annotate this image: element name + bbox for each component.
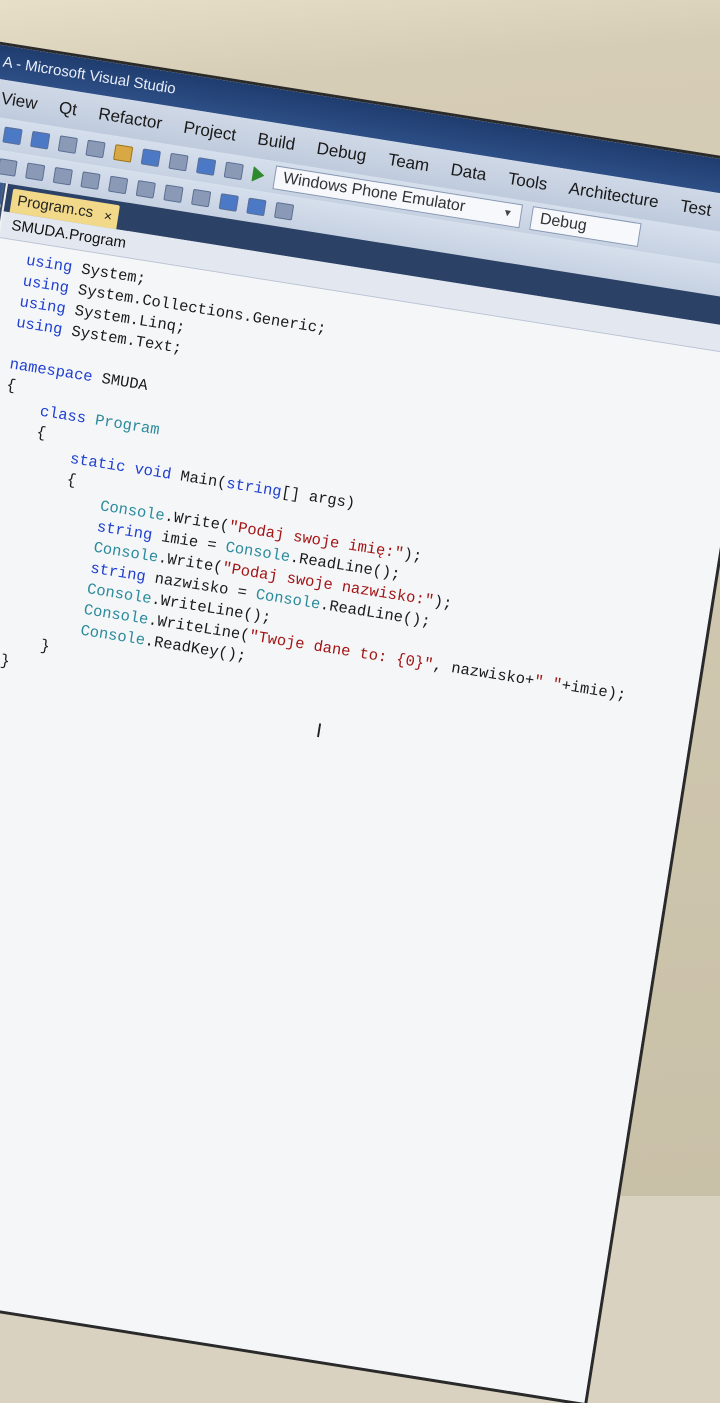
- menu-item-data[interactable]: Data: [449, 160, 487, 185]
- code-token: );: [402, 545, 424, 566]
- bookmark-icon[interactable]: [135, 180, 156, 199]
- menu-item-refactor[interactable]: Refactor: [97, 104, 163, 134]
- code-text[interactable]: using System; using System.Collections.Ge…: [0, 251, 680, 790]
- close-icon[interactable]: ×: [102, 203, 114, 228]
- menu-item-team[interactable]: Team: [386, 150, 431, 176]
- increase-indent-icon[interactable]: [52, 166, 73, 186]
- menu-item-test[interactable]: Test: [679, 196, 713, 221]
- comment-icon[interactable]: [80, 171, 101, 190]
- start-debugging-icon[interactable]: [251, 165, 266, 184]
- undo-icon[interactable]: [140, 148, 161, 168]
- menu-item-architecture[interactable]: Architecture: [567, 179, 661, 213]
- chevron-down-icon: ▼: [501, 207, 514, 220]
- code-token: );: [432, 592, 454, 614]
- prev-bookmark-icon[interactable]: [163, 184, 184, 204]
- menu-item-qt[interactable]: Qt: [57, 98, 79, 121]
- next-bookmark-icon[interactable]: [190, 188, 212, 208]
- uncomment-icon[interactable]: [108, 175, 129, 195]
- menu-item-debug[interactable]: Debug: [315, 139, 367, 167]
- save-icon[interactable]: [2, 126, 23, 146]
- vs-window: A - Microsoft Visual Studio View Qt Refact…: [0, 40, 720, 1403]
- menu-item-build[interactable]: Build: [256, 129, 296, 155]
- redo-icon[interactable]: [168, 152, 189, 172]
- navigate-forward-icon[interactable]: [223, 161, 244, 181]
- menu-item-project[interactable]: Project: [182, 118, 237, 146]
- navigate-back-icon[interactable]: [195, 157, 217, 176]
- copy-icon[interactable]: [85, 139, 106, 159]
- menu-item-tools[interactable]: Tools: [506, 169, 549, 195]
- configuration-value: Debug: [538, 210, 588, 235]
- paste-icon[interactable]: [113, 144, 134, 163]
- next-bookmark-folder-icon[interactable]: [246, 197, 267, 217]
- cut-icon[interactable]: [57, 135, 78, 154]
- save-all-icon[interactable]: [30, 130, 51, 150]
- prev-bookmark-folder-icon[interactable]: [218, 193, 239, 212]
- clear-bookmarks-icon[interactable]: [273, 201, 295, 221]
- list-members-icon[interactable]: [0, 158, 18, 177]
- decrease-indent-icon[interactable]: [25, 162, 46, 182]
- menu-item-view[interactable]: View: [0, 89, 39, 114]
- code-token: " ": [532, 672, 564, 695]
- code-token: {: [5, 376, 18, 396]
- code-editor[interactable]: using System; using System.Collections.Ge…: [0, 238, 720, 1403]
